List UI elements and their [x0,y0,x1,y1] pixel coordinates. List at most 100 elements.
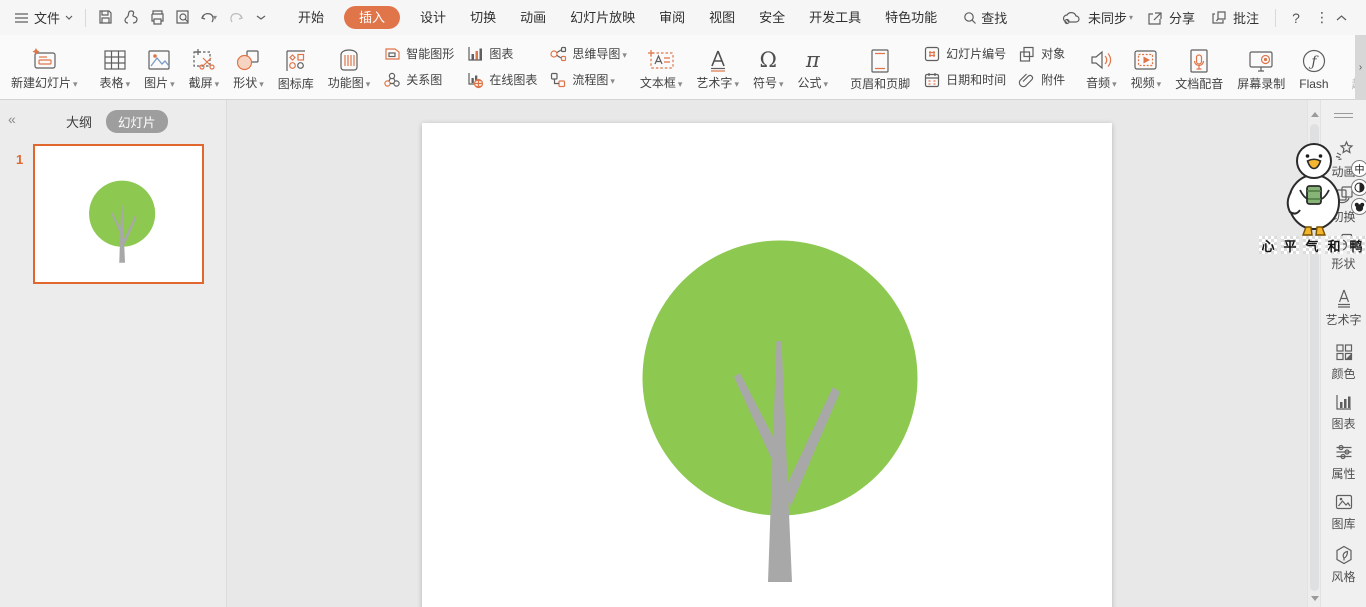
colors-icon [1334,342,1354,362]
print-preview-button[interactable] [170,6,196,30]
editing-canvas[interactable] [227,100,1307,607]
sidebar-drag-handle[interactable] [1334,110,1353,121]
tab-insert[interactable]: 插入 [344,6,400,29]
zhong-badge-button[interactable]: 中 [1351,160,1366,177]
screen-record-button[interactable]: 屏幕录制 [1230,35,1292,99]
moon-icon [1354,182,1365,193]
tab-view[interactable]: 视图 [697,0,747,35]
moon-badge-button[interactable] [1351,179,1366,196]
online-chart-button[interactable]: 在线图表 [466,71,537,89]
scroll-up-arrow[interactable] [1311,112,1319,117]
mind-map-icon [549,45,567,63]
collapse-ribbon-button[interactable] [1336,15,1360,21]
shapes-button[interactable]: 形状 [226,35,271,99]
object-button[interactable]: 对象 [1018,45,1065,63]
chevron-down-icon: ▾ [1129,13,1133,22]
slides-tab[interactable]: 幻灯片 [106,110,168,133]
more-options-button[interactable]: ⋮ [1310,9,1334,26]
tab-features[interactable]: 特色功能 [873,0,949,35]
tab-transition[interactable]: 切换 [458,0,508,35]
smart-graphic-button[interactable]: 智能图形 [383,45,454,63]
sidebar-item-gallery[interactable]: 图库 [1321,492,1366,532]
help-button[interactable]: ? [1284,10,1308,26]
save-button[interactable] [92,6,118,30]
screenshot-button[interactable]: 截屏 [182,35,227,99]
formula-button[interactable]: π 公式 [791,35,836,99]
thumbnail-tree-graphic [36,152,202,277]
table-button[interactable]: 表格 [93,35,138,99]
sidebar-item-style[interactable]: 风格 [1321,545,1366,585]
hamburger-icon [14,12,29,24]
header-footer-button[interactable]: 页眉和页脚 [843,35,917,99]
smart-graphic-icon [383,45,401,63]
date-time-button[interactable]: 日期和时间 [923,71,1006,89]
screen-record-icon [1247,44,1275,74]
chart-button[interactable]: 图表 [466,45,537,63]
outline-tab[interactable]: 大纲 [66,112,92,131]
audio-button[interactable]: 音频 [1079,35,1124,99]
doc-voice-button[interactable]: 文档配音 [1168,35,1230,99]
paperclip-icon [1018,71,1036,89]
collapse-panel-button[interactable]: « [8,111,15,127]
word-art-button[interactable]: 艺术字 [689,35,746,99]
sidebar-item-chart[interactable]: 图表 [1321,392,1366,432]
tab-security[interactable]: 安全 [747,0,797,35]
tab-animation[interactable]: 动画 [508,0,558,35]
share-button[interactable]: 分享 [1141,0,1203,35]
function-diagram-button[interactable]: 功能图 [321,35,378,99]
scroll-down-arrow[interactable] [1311,596,1319,601]
export-pdf-button[interactable] [118,6,144,30]
comment-button[interactable]: 批注 [1205,0,1267,35]
search-icon [963,11,977,25]
slide-1-thumbnail[interactable] [33,144,204,284]
ribbon-expand-button[interactable]: › [1355,35,1366,100]
file-menu[interactable]: 文件 [8,0,79,35]
function-diagram-icon [336,43,362,73]
text-box-icon [646,43,676,73]
attachment-button[interactable]: 附件 [1018,71,1065,89]
slide-canvas[interactable] [422,123,1112,607]
relation-diagram-button[interactable]: 关系图 [383,71,454,89]
sync-status-button[interactable]: 未同步 ▾ [1056,0,1139,35]
svg-text:ƒ: ƒ [1308,54,1319,70]
tab-dev-tools[interactable]: 开发工具 [797,0,873,35]
bear-badge-button[interactable] [1351,198,1366,215]
text-box-button[interactable]: 文本框 [633,35,690,99]
speaker-icon [1088,43,1114,73]
chart-box-icon [1334,392,1354,412]
slide-number-icon [923,45,941,63]
ribbon-tabs: 开始 插入 设计 切换 动画 幻灯片放映 审阅 视图 安全 开发工具 特色功能 [286,0,949,35]
cloud-unsynced-icon [1062,10,1082,25]
tab-slideshow[interactable]: 幻灯片放映 [558,0,647,35]
tab-review[interactable]: 审阅 [647,0,697,35]
tab-design[interactable]: 设计 [408,0,458,35]
sidebar-item-wordart[interactable]: 艺术字 [1321,288,1366,328]
mind-map-button[interactable]: 思维导图 [549,45,627,63]
new-slide-icon [29,43,59,73]
new-slide-button[interactable]: 新建幻灯片 [4,35,85,99]
table-icon [102,43,128,73]
sidebar-item-colors[interactable]: 颜色 [1321,342,1366,382]
comment-icon [1211,10,1227,25]
pi-icon: π [806,43,820,73]
undo-button[interactable]: ▾ [196,6,222,30]
find-button[interactable]: 查找 [963,8,1007,27]
flash-button[interactable]: ƒ Flash [1292,35,1335,99]
video-icon [1132,43,1160,73]
object-icon [1018,45,1036,63]
shapes-icon [235,43,261,73]
flowchart-button[interactable]: 流程图 [549,71,627,89]
slide-number-button[interactable]: 幻灯片编号 [923,45,1006,63]
tab-home[interactable]: 开始 [286,0,336,35]
undo-dropdown-icon[interactable]: ▾ [213,13,217,22]
print-button[interactable] [144,6,170,30]
sidebar-item-properties[interactable]: 属性 [1321,442,1366,482]
chart-icon [466,45,484,63]
picture-button[interactable]: 图片 [137,35,182,99]
quick-access-more-button[interactable] [248,6,274,30]
tree-graphic[interactable] [422,123,1112,607]
icon-library-button[interactable]: 图标库 [271,35,321,99]
mascot-stamp-text: 心 平 气 和 鸭 [1259,236,1365,254]
video-button[interactable]: 视频 [1124,35,1169,99]
symbol-button[interactable]: Ω 符号 [746,35,791,99]
